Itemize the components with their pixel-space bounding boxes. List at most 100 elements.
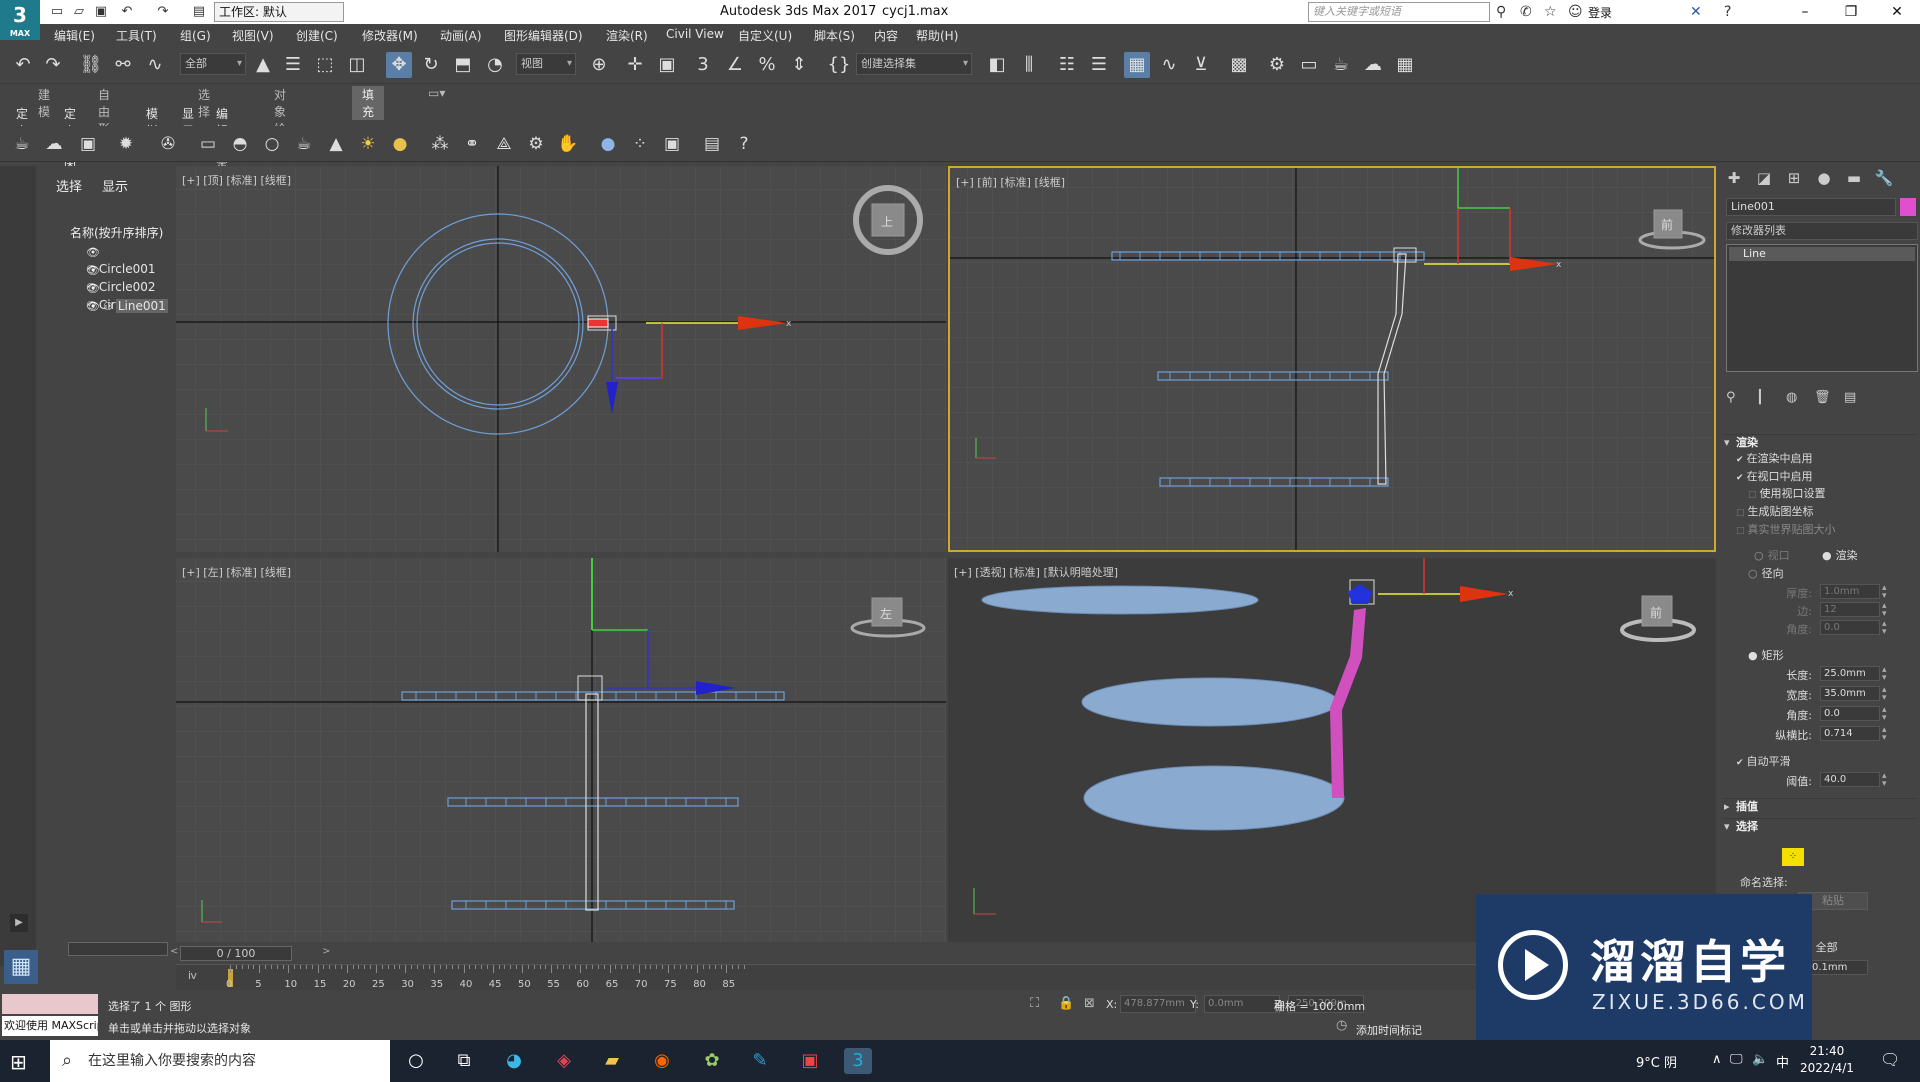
remove-modifier-icon[interactable]: 🗑 [1814,390,1831,405]
maxscript-mini-listener[interactable]: 欢迎使用 MAXScript [2,1016,98,1036]
rollout-selection[interactable]: 选择 [1722,818,1918,835]
binoculars-icon[interactable]: ⚲ [1496,3,1506,21]
radio-rectangular[interactable]: 矩形 [1748,648,1784,664]
spinner-angle[interactable]: 角度: 0.0 ▴ ▾ [1746,706,1916,723]
save-file-icon[interactable]: ▣ [92,3,110,21]
project-folder-icon[interactable]: ▤ [190,3,208,21]
show-end-result-icon[interactable]: ┃ [1756,390,1764,405]
menu-animation[interactable]: 动画(A) [440,27,482,44]
viewport-label-left[interactable]: [+] [左] [标准] [线框] [182,564,291,580]
time-slider-thumb[interactable]: 0 / 100 [180,946,292,961]
window-crossing-icon[interactable]: ◫ [344,52,370,78]
viewport-perspective[interactable]: x 前 [+] [透视] [标准] [默认明暗处理] [948,558,1716,942]
menu-modifiers[interactable]: 修改器(M) [362,27,418,44]
object-name-field[interactable]: Line001 [1726,198,1896,216]
checkbox-enable-in-renderer[interactable]: 在渲染中启用 [1736,451,1813,467]
menu-scripting[interactable]: 脚本(S) [814,27,855,44]
dynamics-icon[interactable]: ⚭ [460,132,484,156]
spinner-width[interactable]: 宽度: 35.0mm ▴ ▾ [1746,686,1916,703]
menu-rendering[interactable]: 渲染(R) [606,27,648,44]
viewport-label-top[interactable]: [+] [顶] [标准] [线框] [182,172,291,188]
minimize-button[interactable]: – [1782,0,1828,24]
checkbox-real-world-map[interactable]: 真实世界贴图大小 [1736,522,1836,538]
tree-item-circle003[interactable]: 👁⚇Circle003 [86,280,172,312]
new-file-icon[interactable]: ▭ [48,3,66,21]
viewport-left[interactable]: 左 [+] [左] [标准] [线框] [176,558,946,942]
task-view-icon[interactable]: ⧉ [450,1048,478,1074]
menu-views[interactable]: 视图(V) [232,27,274,44]
teapot-icon[interactable]: ☕ [292,132,316,156]
edge-browser-icon[interactable]: ◕ [500,1048,528,1074]
spinner-threshold[interactable]: 阈值: 40.0 ▴ ▾ [1746,772,1916,789]
favorites-star-icon[interactable]: ☆ [1544,3,1557,21]
object-color-swatch[interactable] [1900,198,1916,216]
user-icon[interactable]: ☺ [1568,3,1583,21]
redo-icon[interactable]: ↷ [154,3,172,21]
camera-icon[interactable]: ✇ [156,132,180,156]
toggle-ribbon-icon[interactable]: ▦ [1124,52,1150,78]
place-icon[interactable]: ◔ [482,52,508,78]
tree-item-circle002[interactable]: 👁⚇ Circle002 [86,262,172,294]
percent-snap-icon[interactable]: % [754,52,780,78]
a360-gallery-icon[interactable]: ▦ [1392,52,1418,78]
network-icon[interactable]: 🖵 [1730,1052,1743,1067]
ribbon-options-icon[interactable]: ▭▾ [428,86,445,100]
schematic-view-icon[interactable]: ⊻ [1188,52,1214,78]
rendered-frame-window-icon[interactable]: ▭ [1296,52,1322,78]
viewport-label-perspective[interactable]: [+] [透视] [标准] [默认明暗处理] [954,564,1118,580]
stack-entry-line[interactable]: Line [1729,247,1915,261]
menu-group[interactable]: 组(G) [180,27,211,44]
file-explorer-icon[interactable]: ▰ [598,1048,626,1074]
windows-start-icon[interactable]: ⊞ [10,1050,27,1074]
cortana-icon[interactable]: ○ [402,1048,430,1074]
select-manipulate-icon[interactable]: ✛ [622,52,648,78]
next-frame-icon[interactable]: > [322,946,330,957]
close-button[interactable]: ✕ [1874,0,1920,24]
menu-tools[interactable]: 工具(T) [116,27,157,44]
exchange-apps-icon[interactable]: ✕ [1690,3,1702,21]
checkbox-auto-smooth[interactable]: 自动平滑 [1736,754,1791,770]
menu-edit[interactable]: 编辑(E) [54,27,95,44]
reference-coord-dropdown[interactable]: 视图 [516,53,576,75]
material-editor-icon[interactable]: ▩ [1226,52,1252,78]
radio-viewport[interactable]: 视口 [1754,548,1790,564]
curve-editor-mini-icon[interactable]: ⅳ [188,969,197,982]
curve-editor-icon[interactable]: ∿ [1156,52,1182,78]
cone-icon[interactable]: ▲ [324,132,348,156]
tray-chevron-icon[interactable]: ∧ [1712,1052,1722,1067]
spinner-radial-angle[interactable]: 角度: 0.0 ▴ ▾ [1746,620,1916,637]
tree-item-circle001[interactable]: 👁⚇ Circle001 [86,244,172,276]
bind-spacewarp-icon[interactable]: ∿ [142,52,168,78]
spinner-sides[interactable]: 边: 12 ▴ ▾ [1746,602,1916,619]
mirror-icon[interactable]: ◧ [984,52,1010,78]
tab-selection[interactable]: 选择 [198,86,210,120]
menu-graph-editors[interactable]: 图形编辑器(D) [504,27,583,44]
sky-icon[interactable]: ● [388,132,412,156]
help-icon[interactable]: ? [732,132,756,156]
tree-item-line001[interactable]: 👁 ⚇ Line001 [86,298,168,315]
keyboard-shortcut-icon[interactable]: ▣ [654,52,680,78]
modifier-list-dropdown[interactable]: 修改器列表 [1726,222,1918,240]
taskbar-clock[interactable]: 21:40 2022/4/1 [1800,1043,1854,1077]
undo-icon[interactable]: ↶ [118,3,136,21]
redo-icon[interactable]: ↷ [40,52,66,78]
lock-selection-icon[interactable]: 🔒 [1058,996,1074,1011]
maximize-button[interactable]: ❐ [1828,0,1874,24]
hierarchy-panel-icon[interactable]: ⊞ [1780,166,1808,190]
undo-icon[interactable]: ↶ [10,52,36,78]
named-selection-dropdown[interactable]: 创建选择集 [856,53,972,75]
menu-help[interactable]: 帮助(H) [916,27,958,44]
help-icon[interactable]: ? [1724,3,1731,21]
select-by-name-icon[interactable]: ☰ [280,52,306,78]
configure-sets-icon[interactable]: ▤ [1844,390,1856,405]
scale-icon[interactable]: ⬒ [450,52,476,78]
viewport-layout-icon[interactable]: ▦ [4,950,38,984]
select-object-icon[interactable]: ▲ [250,52,276,78]
display-panel-icon[interactable]: ▬ [1840,166,1868,190]
tab-select[interactable]: 选择 [56,176,82,195]
sun-icon[interactable]: ☀ [356,132,380,156]
sort-header[interactable]: 名称(按升序排序) [70,224,163,241]
visibility-eye-icon[interactable]: 👁 [86,300,100,313]
notification-icon[interactable]: 🗨 [1880,1050,1900,1069]
hand-icon[interactable]: ✋ [556,132,580,156]
